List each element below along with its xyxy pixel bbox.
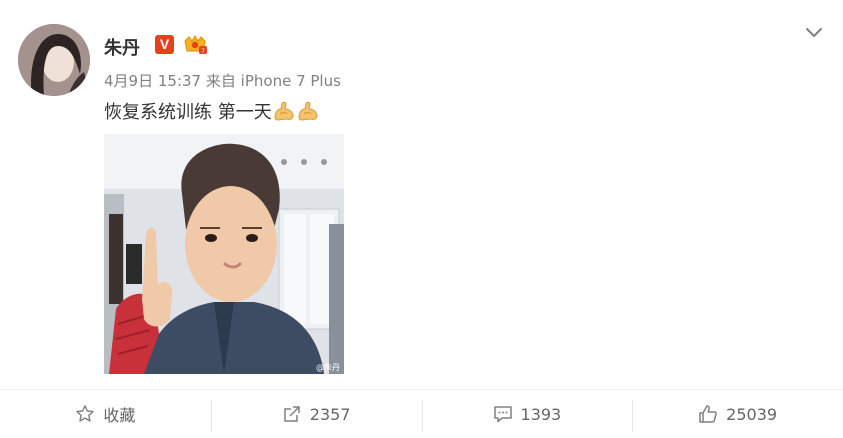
image-watermark: @朱丹 <box>316 362 340 372</box>
post-image[interactable]: @朱丹 <box>104 134 344 374</box>
source-prefix: 来自 <box>205 72 236 90</box>
username[interactable]: 朱丹 <box>104 34 140 60</box>
post-device[interactable]: iPhone 7 Plus <box>241 72 341 90</box>
flexed-biceps-icon <box>272 100 296 122</box>
comment-icon <box>493 406 512 423</box>
like-count: 25039 <box>726 404 778 424</box>
share-icon <box>284 406 300 422</box>
repost-count: 2357 <box>309 404 351 424</box>
crown-badge-icon[interactable]: 7 <box>182 33 208 55</box>
star-icon <box>76 405 95 422</box>
thumbs-up-icon <box>699 405 717 423</box>
favorite-button[interactable]: 收藏 <box>0 390 211 438</box>
avatar[interactable] <box>18 24 90 96</box>
post-meta: 4月9日 15:37 来自 iPhone 7 Plus <box>104 70 341 91</box>
post-text: 恢复系统训练 第一天 <box>104 100 320 125</box>
comment-count: 1393 <box>520 404 562 424</box>
verified-badge-icon[interactable]: V <box>155 35 174 54</box>
svg-text:7: 7 <box>201 48 205 55</box>
repost-button[interactable]: 2357 <box>210 390 422 438</box>
post-time[interactable]: 4月9日 15:37 <box>104 72 201 90</box>
chevron-down-icon[interactable] <box>805 26 823 38</box>
favorite-label: 收藏 <box>103 406 136 425</box>
action-bar: 收藏 2357 1393 25039 <box>0 390 843 438</box>
post-text-body: 恢复系统训练 第一天 <box>104 102 272 123</box>
flexed-biceps-icon <box>296 100 320 122</box>
comment-button[interactable]: 1393 <box>421 390 633 438</box>
like-button[interactable]: 25039 <box>632 390 843 438</box>
weibo-post-card: 朱丹 V 7 4月9日 15:37 来自 iPhone 7 Plus 恢复系统训… <box>0 0 843 438</box>
